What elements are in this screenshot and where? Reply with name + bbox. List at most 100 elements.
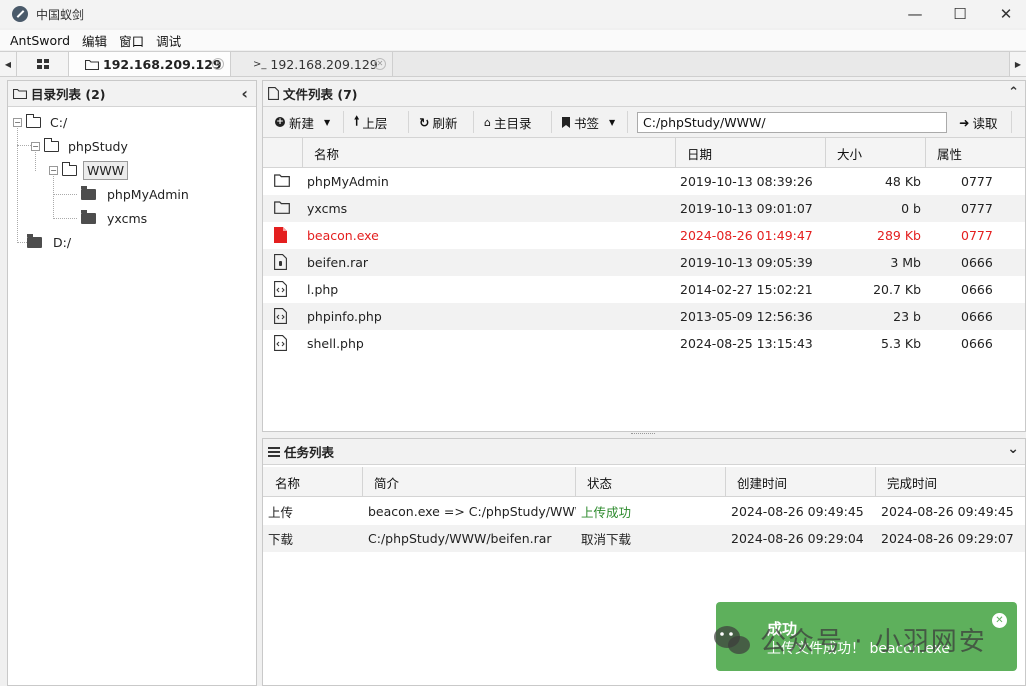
toolbar-separator — [551, 111, 552, 133]
file-date: 2014-02-27 15:02:21 — [680, 282, 813, 297]
menu-antsword[interactable]: AntSword — [0, 33, 76, 48]
directory-panel-title: 目录列表 (2) — [31, 87, 106, 102]
file-date: 2019-10-13 08:39:26 — [680, 174, 813, 189]
file-grid-header: 名称 日期 大小 属性 — [263, 138, 1025, 168]
arrow-up-icon: 🠕 — [354, 112, 360, 128]
file-name: l.php — [307, 282, 339, 297]
new-button[interactable]: + 新建 ▼ — [275, 112, 330, 132]
tab-file-manager[interactable]: 192.168.209.129 ✕ — [69, 52, 231, 76]
refresh-icon: ↻ — [419, 114, 430, 130]
task-finished: 2024-08-26 09:49:45 — [881, 504, 1014, 519]
tree-node-yxcms[interactable]: yxcms — [81, 208, 150, 228]
menu-bar: AntSword 编辑 窗口 调试 — [0, 30, 1026, 50]
tab-home[interactable] — [17, 52, 69, 76]
arrow-right-icon: ➜ — [959, 114, 970, 130]
column-name[interactable]: 名称 — [303, 138, 676, 168]
file-icon — [268, 87, 279, 100]
refresh-button[interactable]: ↻ 刷新 — [419, 112, 458, 132]
file-attr: 0666 — [961, 255, 993, 270]
tree-label: C:/ — [50, 114, 68, 130]
title-bar: 中国蚁剑 — ☐ ✕ — [0, 0, 1026, 28]
file-date: 2013-05-09 12:56:36 — [680, 309, 813, 324]
up-button[interactable]: 🠕 上层 — [354, 112, 387, 132]
tree-node-phpstudy[interactable]: phpStudy — [44, 136, 131, 156]
column-task-status[interactable]: 状态 — [576, 467, 726, 497]
plus-circle-icon: + — [275, 117, 285, 127]
archive-file-icon — [274, 254, 290, 271]
folder-icon — [27, 233, 42, 248]
tab-terminal[interactable]: >_ 192.168.209.129 ✕ — [231, 52, 393, 76]
file-attr: 0777 — [961, 174, 993, 189]
menu-debug[interactable]: 调试 — [150, 31, 187, 50]
task-panel-title: 任务列表 — [284, 445, 335, 460]
antsword-window: 中国蚁剑 — ☐ ✕ AntSword 编辑 窗口 调试 ◀ 192.168.2… — [0, 0, 1026, 686]
bookmark-button[interactable]: 书签 ▼ — [562, 112, 615, 132]
tab-close-icon[interactable]: ✕ — [212, 58, 224, 70]
folder-icon — [13, 88, 27, 99]
column-task-created[interactable]: 创建时间 — [726, 467, 876, 497]
toast-close-icon[interactable]: ✕ — [992, 613, 1007, 628]
task-row[interactable]: 上传 beacon.exe => C:/phpStudy/WWW/ 上传成功 2… — [263, 498, 1025, 525]
code-file-icon — [274, 281, 290, 298]
file-row[interactable]: l.php 2014-02-27 15:02:21 20.7 Kb 0666 — [263, 276, 1025, 303]
column-task-desc[interactable]: 简介 — [363, 467, 576, 497]
tab-close-icon[interactable]: ✕ — [374, 58, 386, 70]
up-label: 上层 — [362, 115, 388, 131]
toolbar-separator — [343, 111, 344, 133]
task-name: 下载 — [268, 532, 294, 547]
file-row[interactable]: phpMyAdmin 2019-10-13 08:39:26 48 Kb 0777 — [263, 168, 1025, 195]
tree-node-c-drive[interactable]: C:/ — [26, 112, 70, 132]
column-task-finished[interactable]: 完成时间 — [876, 467, 1026, 497]
directory-panel: 目录列表 (2) ‹ − C:/ − phpStudy − WWW phpMyA… — [7, 80, 257, 686]
watermark: 公众号 · 小羽网安 — [712, 621, 987, 658]
collapse-left-icon[interactable]: ‹ — [241, 84, 248, 103]
folder-icon — [85, 59, 99, 70]
tree-node-www[interactable]: WWW — [62, 160, 129, 180]
close-window-button[interactable]: ✕ — [983, 0, 1026, 28]
collapse-node-icon[interactable]: − — [49, 166, 58, 175]
minimize-button[interactable]: — — [892, 0, 938, 28]
tree-connector — [17, 125, 18, 243]
read-button[interactable]: ➜ 读取 — [959, 112, 998, 132]
tab-scroll-left-icon[interactable]: ◀ — [0, 52, 17, 76]
task-row[interactable]: 下载 C:/phpStudy/WWW/beifen.rar 取消下载 2024-… — [263, 525, 1025, 552]
file-row[interactable]: yxcms 2019-10-13 09:01:07 0 b 0777 — [263, 195, 1025, 222]
file-row[interactable]: shell.php 2024-08-25 13:15:43 5.3 Kb 0666 — [263, 330, 1025, 357]
tree-connector — [53, 194, 77, 195]
file-date: 2019-10-13 09:01:07 — [680, 201, 813, 216]
task-status: 上传成功 — [581, 505, 632, 520]
collapse-down-icon[interactable]: ⌄ — [1007, 441, 1019, 457]
menu-window[interactable]: 窗口 — [113, 31, 150, 50]
file-name: shell.php — [307, 336, 364, 351]
task-finished: 2024-08-26 09:29:07 — [881, 531, 1014, 546]
column-task-name[interactable]: 名称 — [263, 467, 363, 497]
file-row[interactable]: beifen.rar 2019-10-13 09:05:39 3 Mb 0666 — [263, 249, 1025, 276]
file-row[interactable]: phpinfo.php 2013-05-09 12:56:36 23 b 0666 — [263, 303, 1025, 330]
collapse-up-icon[interactable]: ⌃ — [1008, 85, 1019, 100]
column-date[interactable]: 日期 — [676, 138, 826, 168]
file-date: 2024-08-25 13:15:43 — [680, 336, 813, 351]
collapse-node-icon[interactable]: − — [13, 118, 22, 127]
tree-connector — [35, 149, 36, 171]
splitter-grip[interactable] — [631, 433, 655, 435]
maximize-button[interactable]: ☐ — [937, 0, 983, 28]
task-desc: beacon.exe => C:/phpStudy/WWW/ — [368, 504, 576, 519]
folder-icon — [81, 185, 96, 200]
file-row[interactable]: beacon.exe 2024-08-26 01:49:47 289 Kb 0777 — [263, 222, 1025, 249]
column-size[interactable]: 大小 — [826, 138, 926, 168]
home-dir-button[interactable]: ⌂ 主目录 — [484, 112, 532, 132]
file-date: 2024-08-26 01:49:47 — [680, 228, 813, 243]
tree-node-d-drive[interactable]: D:/ — [27, 232, 74, 252]
tree-connector — [53, 218, 77, 219]
file-size: 0 b — [901, 201, 921, 216]
collapse-node-icon[interactable]: − — [31, 142, 40, 151]
menu-edit[interactable]: 编辑 — [76, 31, 113, 50]
path-input[interactable]: C:/phpStudy/WWW/ — [637, 112, 947, 133]
home-icon: ⌂ — [484, 115, 491, 129]
toolbar-separator — [1011, 111, 1012, 133]
directory-panel-header: 目录列表 (2) ‹ — [8, 81, 256, 107]
tree-node-phpmyadmin[interactable]: phpMyAdmin — [81, 184, 192, 204]
column-attr[interactable]: 属性 — [926, 138, 1026, 168]
tab-scroll-right-icon[interactable]: ▶ — [1009, 52, 1026, 76]
folder-icon — [274, 200, 290, 217]
